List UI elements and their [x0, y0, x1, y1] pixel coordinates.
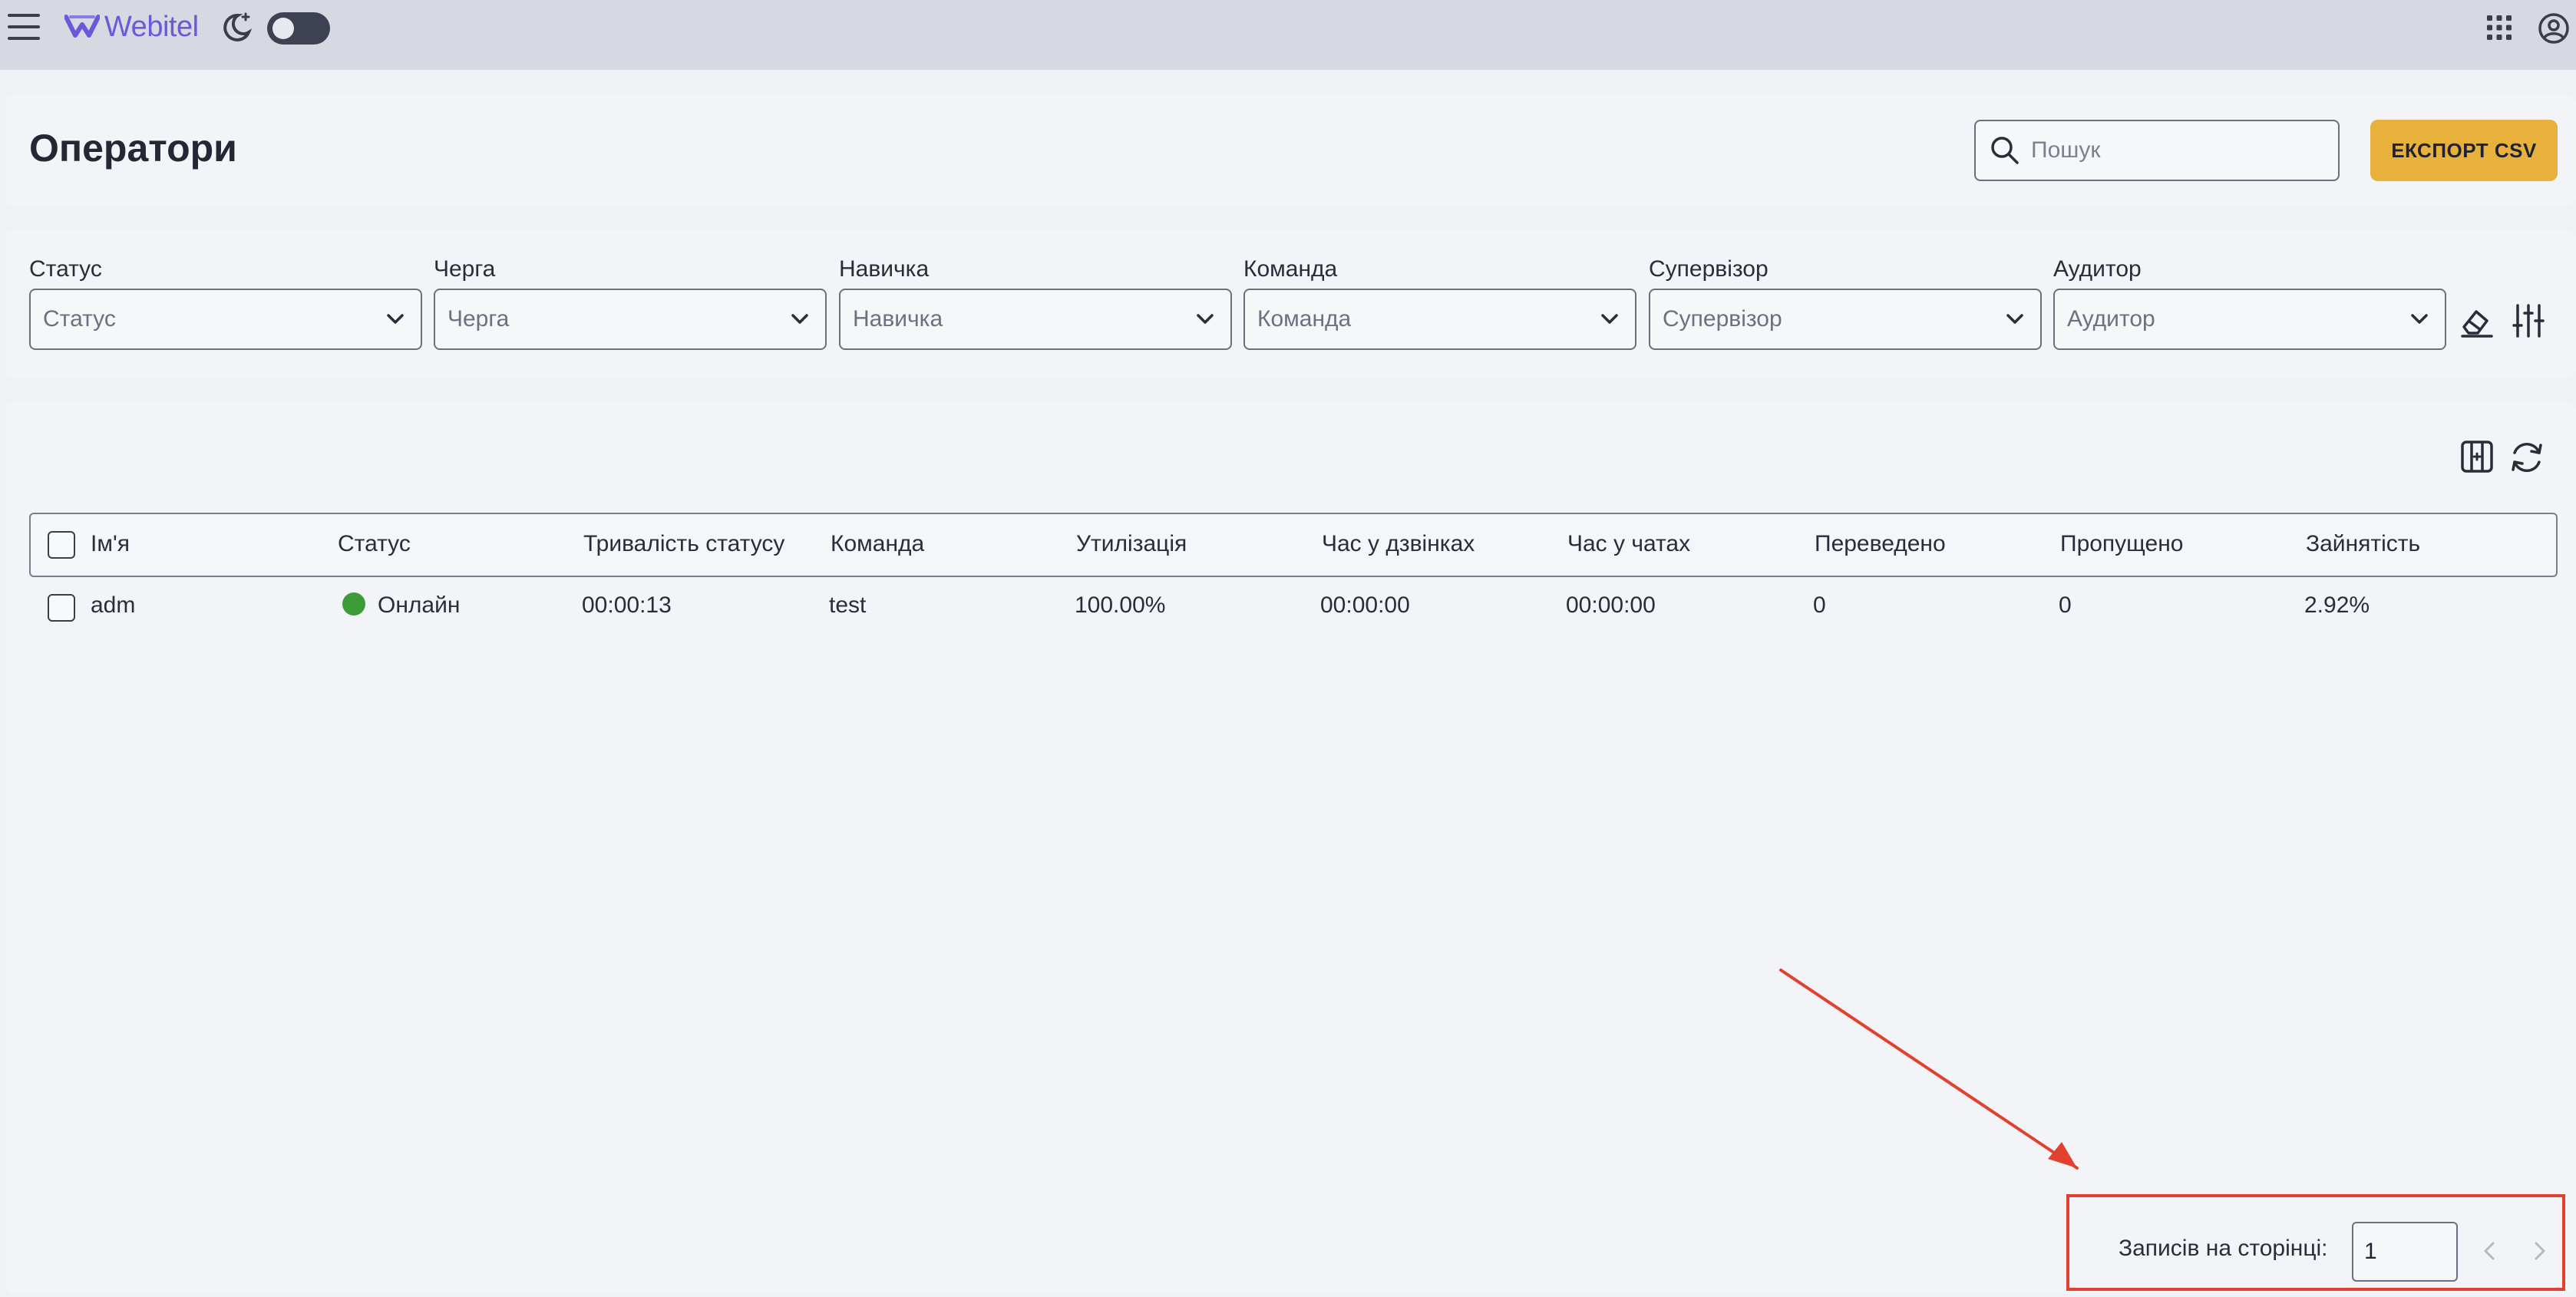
chevron-down-icon	[791, 314, 808, 324]
filters-panel: Статус Статус Черга Черга Навичка Навичк…	[6, 230, 2576, 378]
search-icon	[1991, 137, 2019, 164]
select-placeholder: Навичка	[853, 306, 943, 332]
page-title: Оператори	[29, 127, 237, 170]
refresh-icon[interactable]	[2507, 437, 2547, 477]
theme-toggle[interactable]	[267, 12, 330, 45]
brand-name: Webitel	[104, 10, 199, 43]
cell-utilization: 100.00%	[1075, 592, 1166, 618]
table-header: Ім'я Статус Тривалість статусу Команда У…	[29, 513, 2558, 577]
column-header-missed[interactable]: Пропущено	[2060, 531, 2183, 557]
filter-label: Статус	[29, 256, 102, 282]
column-header-status-duration[interactable]: Тривалість статусу	[583, 531, 784, 557]
select-placeholder: Команда	[1257, 306, 1352, 332]
columns-icon[interactable]	[2459, 439, 2495, 474]
cell-call-time: 00:00:00	[1320, 592, 1410, 618]
filter-label: Аудитор	[2053, 256, 2142, 282]
brand-logo[interactable]: Webitel	[64, 8, 199, 46]
filter-supervisor: Супервізор Супервізор	[1649, 256, 2042, 350]
apps-grid-icon[interactable]	[2485, 14, 2513, 41]
select-all-checkbox[interactable]	[48, 531, 75, 559]
cell-team: test	[829, 592, 867, 618]
column-header-team[interactable]: Команда	[831, 531, 924, 557]
search-box[interactable]	[1974, 120, 2340, 181]
cell-status: Онлайн	[342, 592, 460, 619]
page-header: Оператори ЕКСПОРТ CSV	[6, 95, 2576, 206]
queue-select[interactable]: Черга	[434, 289, 827, 350]
menu-icon[interactable]	[8, 14, 40, 40]
cell-transferred: 0	[1813, 592, 1826, 618]
operators-table-panel: Ім'я Статус Тривалість статусу Команда У…	[6, 402, 2576, 1294]
status-select[interactable]: Статус	[29, 289, 422, 350]
column-header-occupancy[interactable]: Зайнятість	[2306, 531, 2420, 557]
column-header-utilization[interactable]: Утилізація	[1076, 531, 1187, 557]
cell-occupancy: 2.92%	[2304, 592, 2370, 618]
column-header-call-time[interactable]: Час у дзвінках	[1322, 531, 1475, 557]
team-select[interactable]: Команда	[1243, 289, 1636, 350]
chevron-right-icon[interactable]	[2528, 1240, 2550, 1262]
chevron-down-icon	[387, 314, 404, 324]
chevron-down-icon	[2006, 314, 2023, 324]
chevron-down-icon	[1601, 314, 1618, 324]
chevron-left-icon[interactable]	[2479, 1240, 2501, 1262]
filter-skill: Навичка Навичка	[839, 256, 1232, 350]
annotation-arrow	[1779, 969, 2079, 1170]
chevron-down-icon	[1197, 314, 1214, 324]
filter-label: Навичка	[839, 256, 930, 282]
filter-team: Команда Команда	[1243, 256, 1636, 350]
filter-label: Черга	[434, 256, 496, 282]
column-header-chat-time[interactable]: Час у чатах	[1567, 531, 1690, 557]
filter-label: Команда	[1243, 256, 1338, 282]
top-bar: Webitel	[0, 0, 2576, 70]
chevron-down-icon	[2411, 314, 2428, 324]
export-csv-button[interactable]: ЕКСПОРТ CSV	[2370, 120, 2558, 181]
filter-queue: Черга Черга	[434, 256, 827, 350]
column-header-status[interactable]: Статус	[338, 531, 411, 557]
column-header-transferred[interactable]: Переведено	[1815, 531, 1946, 557]
toggle-knob	[272, 18, 294, 39]
sliders-icon[interactable]	[2512, 302, 2545, 339]
online-status-dot	[342, 592, 365, 616]
webitel-logo-icon	[64, 15, 100, 38]
filter-status: Статус Статус	[29, 256, 422, 350]
cell-status-duration: 00:00:13	[582, 592, 672, 618]
skill-select[interactable]: Навичка	[839, 289, 1232, 350]
table-row[interactable]: adm Онлайн 00:00:13 test 100.00% 00:00:0…	[29, 577, 2558, 640]
search-input[interactable]	[2031, 137, 2323, 163]
select-placeholder: Статус	[43, 306, 116, 332]
select-placeholder: Черга	[447, 306, 510, 332]
row-checkbox[interactable]	[48, 594, 75, 622]
filter-label: Супервізор	[1649, 256, 1769, 282]
filter-auditor: Аудитор Аудитор	[2053, 256, 2446, 350]
eraser-icon[interactable]	[2459, 304, 2495, 339]
auditor-select[interactable]: Аудитор	[2053, 289, 2446, 350]
cell-missed: 0	[2059, 592, 2072, 618]
cell-chat-time: 00:00:00	[1566, 592, 1656, 618]
per-page-input[interactable]	[2352, 1222, 2458, 1282]
status-text: Онлайн	[378, 592, 461, 618]
account-icon[interactable]	[2538, 12, 2570, 45]
select-placeholder: Аудитор	[2067, 306, 2155, 332]
per-page-label: Записів на сторінці:	[2119, 1236, 2328, 1261]
cell-name[interactable]: adm	[91, 592, 135, 619]
select-placeholder: Супервізор	[1663, 306, 1782, 332]
supervisor-select[interactable]: Супервізор	[1649, 289, 2042, 350]
theme-moon-icon	[223, 12, 253, 41]
column-header-name[interactable]: Ім'я	[91, 531, 130, 557]
